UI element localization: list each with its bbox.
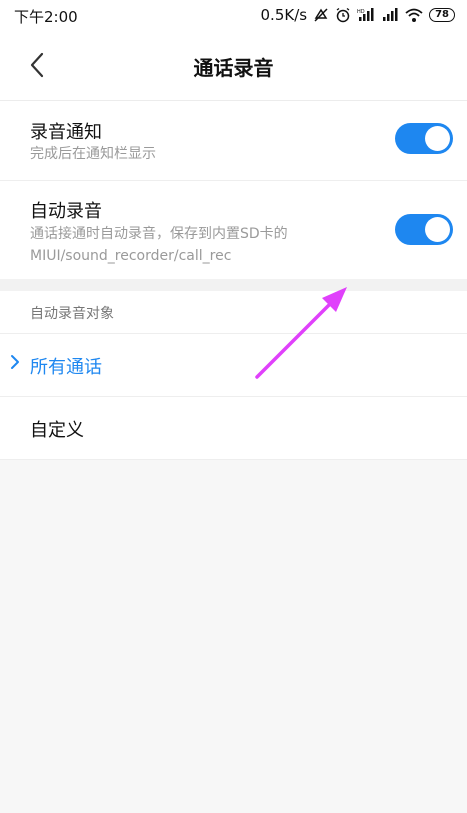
- option-all-calls[interactable]: 所有通话: [0, 334, 467, 397]
- toggle-knob: [425, 126, 450, 151]
- status-icons: 0.5K/s HD 78: [261, 6, 455, 24]
- page-title: 通话录音: [193, 56, 274, 80]
- record-notification-toggle[interactable]: [395, 123, 453, 154]
- option-custom[interactable]: 自定义: [0, 397, 467, 460]
- app-header: 通话录音: [0, 30, 467, 101]
- setting-record-notification: 录音通知 完成后在通知栏显示: [0, 101, 467, 181]
- wifi-icon: [405, 8, 423, 22]
- setting-label: 自动录音: [30, 201, 102, 222]
- status-bar: 下午2:00 0.5K/s HD 78: [0, 0, 467, 30]
- setting-description: 完成后在通知栏显示: [30, 146, 156, 162]
- option-label: 自定义: [30, 420, 84, 441]
- signal-hd-icon: HD: [357, 8, 374, 21]
- section-divider: [0, 279, 467, 291]
- signal-icon: [383, 8, 398, 21]
- network-speed: 0.5K/s: [260, 6, 308, 24]
- section-header: 自动录音对象: [0, 291, 467, 334]
- alarm-icon: [336, 7, 350, 23]
- setting-description: 通话接通时自动录音，保存到内置SD卡的MIUI/sound_recorder/c…: [30, 226, 288, 264]
- toggle-knob: [425, 217, 450, 242]
- battery-icon: 78: [429, 8, 455, 22]
- option-label: 所有通话: [30, 357, 102, 378]
- section-title: 自动录音对象: [30, 306, 114, 322]
- svg-text:HD: HD: [357, 9, 365, 15]
- status-time: 下午2:00: [14, 8, 78, 26]
- do-not-disturb-icon: [314, 8, 328, 22]
- chevron-right-icon: [11, 355, 19, 369]
- auto-record-toggle[interactable]: [395, 214, 453, 245]
- setting-auto-record: 自动录音 通话接通时自动录音，保存到内置SD卡的MIUI/sound_recor…: [0, 181, 467, 279]
- setting-label: 录音通知: [30, 122, 102, 143]
